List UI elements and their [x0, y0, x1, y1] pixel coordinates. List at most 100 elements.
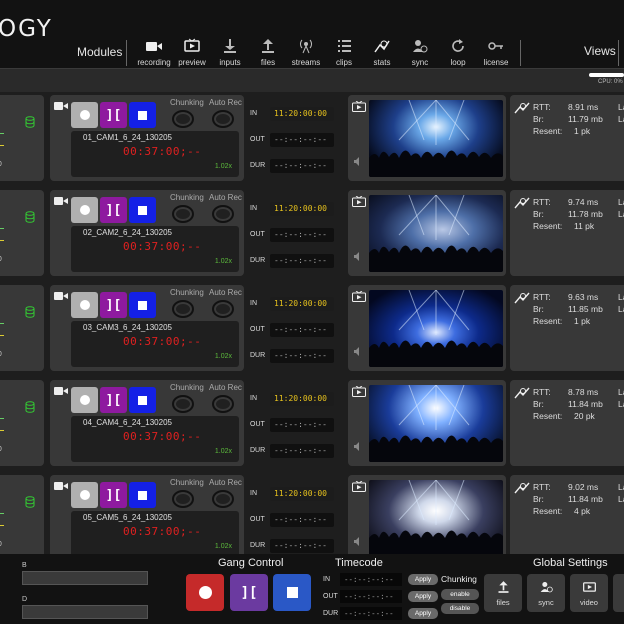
- apply-in-button[interactable]: Apply: [408, 574, 438, 585]
- video-thumbnail[interactable]: [369, 290, 503, 367]
- channel-input-panel: 80: [0, 475, 44, 561]
- auto-rec-label: Auto Rec: [209, 478, 242, 487]
- tc-out-field[interactable]: --:--:--:--: [270, 323, 334, 337]
- gang-record-button[interactable]: [186, 574, 224, 611]
- stats-chart-icon: [514, 482, 530, 494]
- preview-monitor-icon: [582, 582, 596, 592]
- speaker-icon[interactable]: [354, 252, 363, 261]
- tc-dur-field[interactable]: --:--:--:--: [270, 254, 334, 268]
- status-dash-green: [0, 513, 4, 514]
- field-d-input[interactable]: [22, 605, 148, 619]
- video-camera-icon: [54, 482, 68, 490]
- database-icon: [25, 401, 35, 413]
- video-thumbnail[interactable]: [369, 195, 503, 272]
- auto-rec-toggle[interactable]: [212, 490, 234, 508]
- gang-tc-out-field[interactable]: --:--:--:--: [340, 590, 402, 603]
- tc-dur-field[interactable]: --:--:--:--: [270, 444, 334, 458]
- record-timer: 00:37:00;--: [123, 145, 202, 158]
- record-button[interactable]: [71, 292, 98, 318]
- chunking-toggle[interactable]: [172, 110, 194, 128]
- preview-monitor-icon: [184, 38, 200, 52]
- stop-button[interactable]: [129, 197, 156, 223]
- chunking-toggle[interactable]: [172, 395, 194, 413]
- chunking-label: Chunking: [170, 288, 204, 297]
- record-button[interactable]: [71, 102, 98, 128]
- chunking-toggle[interactable]: [172, 490, 194, 508]
- channel-input-panel: 80: [0, 95, 44, 181]
- rtt-value: 9.63 ms: [568, 292, 599, 302]
- mark-button[interactable]: ][: [100, 292, 127, 318]
- module-license-button[interactable]: license: [474, 38, 518, 67]
- tc-in-field[interactable]: 11:20:00:00: [270, 392, 334, 406]
- bitrate-value: 11.79 mb: [568, 114, 603, 124]
- video-camera-icon: [54, 102, 68, 110]
- channel-row: 80 ][ Chunking Auto Rec 04_CAM4_6_24_130…: [0, 380, 624, 466]
- tc-in-label: IN: [250, 490, 257, 497]
- apply-dur-button[interactable]: Apply: [408, 608, 438, 619]
- tc-dur-field[interactable]: --:--:--:--: [270, 539, 334, 553]
- field-b-input[interactable]: [22, 571, 148, 585]
- global-re-button[interactable]: re: [613, 574, 624, 612]
- video-thumbnail[interactable]: [369, 100, 503, 177]
- tc-dur-field[interactable]: --:--:--:--: [270, 349, 334, 363]
- tc-dur-field[interactable]: --:--:--:--: [270, 159, 334, 173]
- views-label[interactable]: Views: [584, 44, 616, 58]
- video-thumbnail[interactable]: [369, 385, 503, 462]
- speaker-icon[interactable]: [354, 157, 363, 166]
- tc-in-field[interactable]: 11:20:00:00: [270, 487, 334, 501]
- auto-rec-toggle[interactable]: [212, 110, 234, 128]
- stop-button[interactable]: [129, 102, 156, 128]
- tc-in-field[interactable]: 11:20:00:00: [270, 107, 334, 121]
- record-button[interactable]: [71, 387, 98, 413]
- database-icon: [25, 211, 35, 223]
- cpu-meter: [589, 73, 624, 77]
- stop-button[interactable]: [129, 292, 156, 318]
- chunking-enable-button[interactable]: enable: [441, 589, 479, 600]
- auto-rec-toggle[interactable]: [212, 205, 234, 223]
- speaker-icon[interactable]: [354, 442, 363, 451]
- cut-label: La: [618, 304, 624, 314]
- global-video-button[interactable]: video: [570, 574, 608, 612]
- tc-dur-label: DUR: [250, 447, 266, 454]
- tc-out-field[interactable]: --:--:--:--: [270, 513, 334, 527]
- global-button-label: video: [580, 598, 598, 607]
- tc-in-field[interactable]: 11:20:00:00: [270, 297, 334, 311]
- gang-stop-button[interactable]: [273, 574, 311, 611]
- stop-button[interactable]: [129, 482, 156, 508]
- rtt-value: 8.78 ms: [568, 387, 599, 397]
- record-button[interactable]: [71, 482, 98, 508]
- tc-out-field[interactable]: --:--:--:--: [270, 418, 334, 432]
- mark-button[interactable]: ][: [100, 102, 127, 128]
- speaker-icon[interactable]: [354, 347, 363, 356]
- chunking-toggle[interactable]: [172, 300, 194, 318]
- video-camera-icon: [146, 42, 162, 51]
- recorder-panel: ][ Chunking Auto Rec 04_CAM4_6_24_130205…: [50, 380, 244, 466]
- global-sync-button[interactable]: sync: [527, 574, 565, 612]
- stop-button[interactable]: [129, 387, 156, 413]
- tc-out-field[interactable]: --:--:--:--: [270, 228, 334, 242]
- video-thumbnail[interactable]: [369, 480, 503, 557]
- tc-in-label: IN: [250, 300, 257, 307]
- resent-label: Resent:: [533, 411, 563, 421]
- speed-readout: 1.02x: [214, 353, 232, 360]
- auto-rec-toggle[interactable]: [212, 395, 234, 413]
- preview-panel: [348, 95, 506, 181]
- bitrate-label: Br:: [533, 494, 544, 504]
- global-files-button[interactable]: files: [484, 574, 522, 612]
- mark-button[interactable]: ][: [100, 387, 127, 413]
- auto-rec-toggle[interactable]: [212, 300, 234, 318]
- chunking-toggle[interactable]: [172, 205, 194, 223]
- gang-tc-in-field[interactable]: --:--:--:--: [340, 573, 402, 586]
- tc-in-field[interactable]: 11:20:00:00: [270, 202, 334, 216]
- record-button[interactable]: [71, 197, 98, 223]
- chunking-disable-button[interactable]: disable: [441, 603, 479, 614]
- recorder-panel: ][ Chunking Auto Rec 01_CAM1_6_24_130205…: [50, 95, 244, 181]
- tc-out-field[interactable]: --:--:--:--: [270, 133, 334, 147]
- mark-button[interactable]: ][: [100, 197, 127, 223]
- gang-mark-button[interactable]: ][: [230, 574, 268, 611]
- mark-button[interactable]: ][: [100, 482, 127, 508]
- speaker-icon[interactable]: [354, 537, 363, 546]
- gang-tc-dur-field[interactable]: --:--:--:--: [340, 607, 402, 620]
- apply-out-button[interactable]: Apply: [408, 591, 438, 602]
- stats-chart-icon: [514, 102, 530, 114]
